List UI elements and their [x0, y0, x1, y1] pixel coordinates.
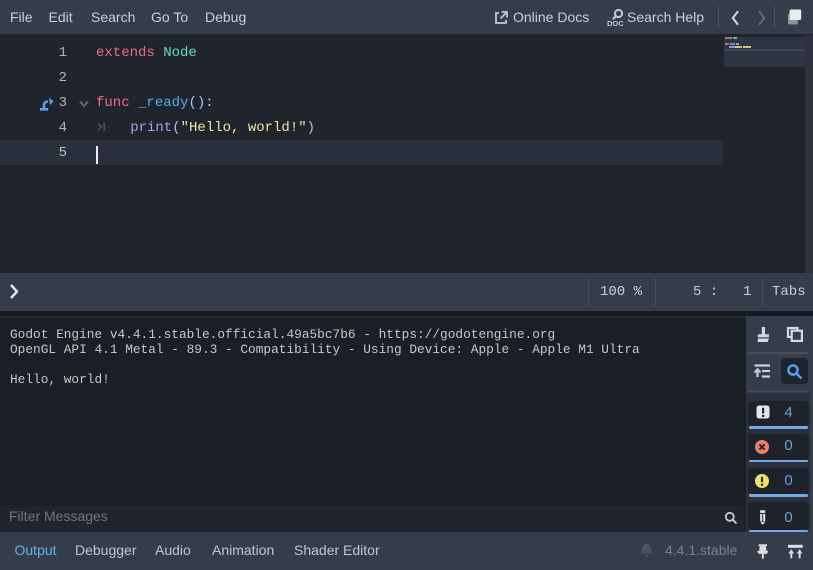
svg-text:DOC: DOC [607, 19, 624, 27]
